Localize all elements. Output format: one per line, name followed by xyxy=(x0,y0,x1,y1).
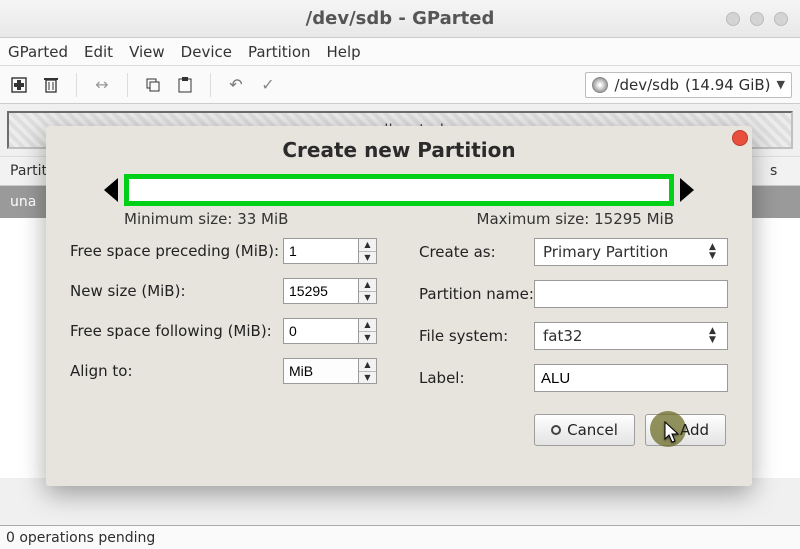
label-file-system: File system: xyxy=(419,327,534,345)
spinner-arrows[interactable]: ▲▼ xyxy=(359,238,377,264)
spinner-arrows[interactable]: ▲▼ xyxy=(359,318,377,344)
new-size-input[interactable] xyxy=(283,278,359,304)
file-system-value: fat32 xyxy=(543,327,582,345)
form-right-column: Create as: Primary Partition ▲▼ Partitio… xyxy=(419,238,728,392)
slider-handle-right[interactable] xyxy=(680,178,694,202)
device-size: (14.94 GiB) xyxy=(685,76,771,94)
combo-arrows[interactable]: ▲▼ xyxy=(709,327,723,345)
combo-arrows[interactable]: ▲▼ xyxy=(359,358,377,384)
new-size-spinner[interactable]: ▲▼ xyxy=(283,278,379,304)
copy-icon[interactable] xyxy=(142,74,164,96)
toolbar-separator xyxy=(210,73,211,97)
resize-icon[interactable]: ↔ xyxy=(91,74,113,96)
menu-view[interactable]: View xyxy=(129,43,165,61)
create-as-combo[interactable]: Primary Partition ▲▼ xyxy=(534,238,728,266)
align-to-value[interactable] xyxy=(283,358,359,384)
cancel-button[interactable]: Cancel xyxy=(534,414,635,446)
align-to-combo[interactable]: ▲▼ xyxy=(283,358,379,384)
window-titlebar: /dev/sdb - GParted xyxy=(0,0,800,38)
label-create-as: Create as: xyxy=(419,243,534,261)
close-button[interactable] xyxy=(774,12,788,26)
combo-arrows[interactable]: ▲▼ xyxy=(709,243,723,261)
create-as-value: Primary Partition xyxy=(543,243,668,261)
file-system-combo[interactable]: fat32 ▲▼ xyxy=(534,322,728,350)
device-selector[interactable]: /dev/sdb (14.94 GiB) ▼ xyxy=(585,72,792,98)
cancel-icon xyxy=(551,425,561,435)
partition-name-input[interactable] xyxy=(534,280,728,308)
menu-device[interactable]: Device xyxy=(181,43,232,61)
size-slider[interactable] xyxy=(124,174,674,206)
paste-icon[interactable] xyxy=(174,74,196,96)
size-limits: Minimum size: 33 MiB Maximum size: 15295… xyxy=(124,210,674,228)
spinner-arrows[interactable]: ▲▼ xyxy=(359,278,377,304)
toolbar-separator xyxy=(127,73,128,97)
dialog-actions: Cancel Add xyxy=(64,414,734,446)
disk-icon xyxy=(592,77,608,93)
create-partition-dialog: Create new Partition Minimum size: 33 Mi… xyxy=(46,126,752,486)
add-label: Add xyxy=(680,421,709,439)
menu-partition[interactable]: Partition xyxy=(248,43,311,61)
max-size-label: Maximum size: 15295 MiB xyxy=(477,210,674,228)
maximize-button[interactable] xyxy=(750,12,764,26)
dialog-form: Free space preceding (MiB): ▲▼ New size … xyxy=(64,238,734,392)
device-name: /dev/sdb xyxy=(614,76,679,94)
toolbar-separator xyxy=(76,73,77,97)
label-align-to: Align to: xyxy=(70,362,283,380)
min-size-label: Minimum size: 33 MiB xyxy=(124,210,288,228)
slider-bar[interactable] xyxy=(124,174,674,206)
add-button[interactable]: Add xyxy=(645,414,726,446)
col-flags: s xyxy=(760,163,800,179)
apply-icon[interactable]: ✓ xyxy=(257,74,279,96)
row-label: una xyxy=(10,194,36,210)
cancel-label: Cancel xyxy=(567,421,618,439)
label-free-preceding: Free space preceding (MiB): xyxy=(70,242,283,260)
toolbar: ↔ ↶ ✓ /dev/sdb (14.94 GiB) ▼ xyxy=(0,66,800,104)
label-new-size: New size (MiB): xyxy=(70,282,283,300)
status-pending: 0 operations pending xyxy=(6,530,155,546)
menu-bar: GParted Edit View Device Partition Help xyxy=(0,38,800,66)
slider-handle-left[interactable] xyxy=(104,178,118,202)
minimize-button[interactable] xyxy=(726,12,740,26)
window-title: /dev/sdb - GParted xyxy=(306,8,495,29)
free-following-input[interactable] xyxy=(283,318,359,344)
dialog-title: Create new Partition xyxy=(64,136,734,168)
delete-icon[interactable] xyxy=(40,74,62,96)
form-left-column: Free space preceding (MiB): ▲▼ New size … xyxy=(70,238,379,392)
window-controls xyxy=(726,12,788,26)
chevron-down-icon: ▼ xyxy=(777,78,785,91)
menu-help[interactable]: Help xyxy=(327,43,361,61)
dialog-close-button[interactable] xyxy=(732,130,748,146)
menu-gparted[interactable]: GParted xyxy=(8,43,68,61)
menu-edit[interactable]: Edit xyxy=(84,43,113,61)
free-following-spinner[interactable]: ▲▼ xyxy=(283,318,379,344)
free-preceding-input[interactable] xyxy=(283,238,359,264)
status-bar: 0 operations pending xyxy=(0,525,800,549)
label-partition-name: Partition name: xyxy=(419,285,534,303)
new-icon[interactable] xyxy=(8,74,30,96)
label-free-following: Free space following (MiB): xyxy=(70,322,283,340)
undo-icon[interactable]: ↶ xyxy=(225,74,247,96)
label-input[interactable] xyxy=(534,364,728,392)
free-preceding-spinner[interactable]: ▲▼ xyxy=(283,238,379,264)
label-label: Label: xyxy=(419,369,534,387)
